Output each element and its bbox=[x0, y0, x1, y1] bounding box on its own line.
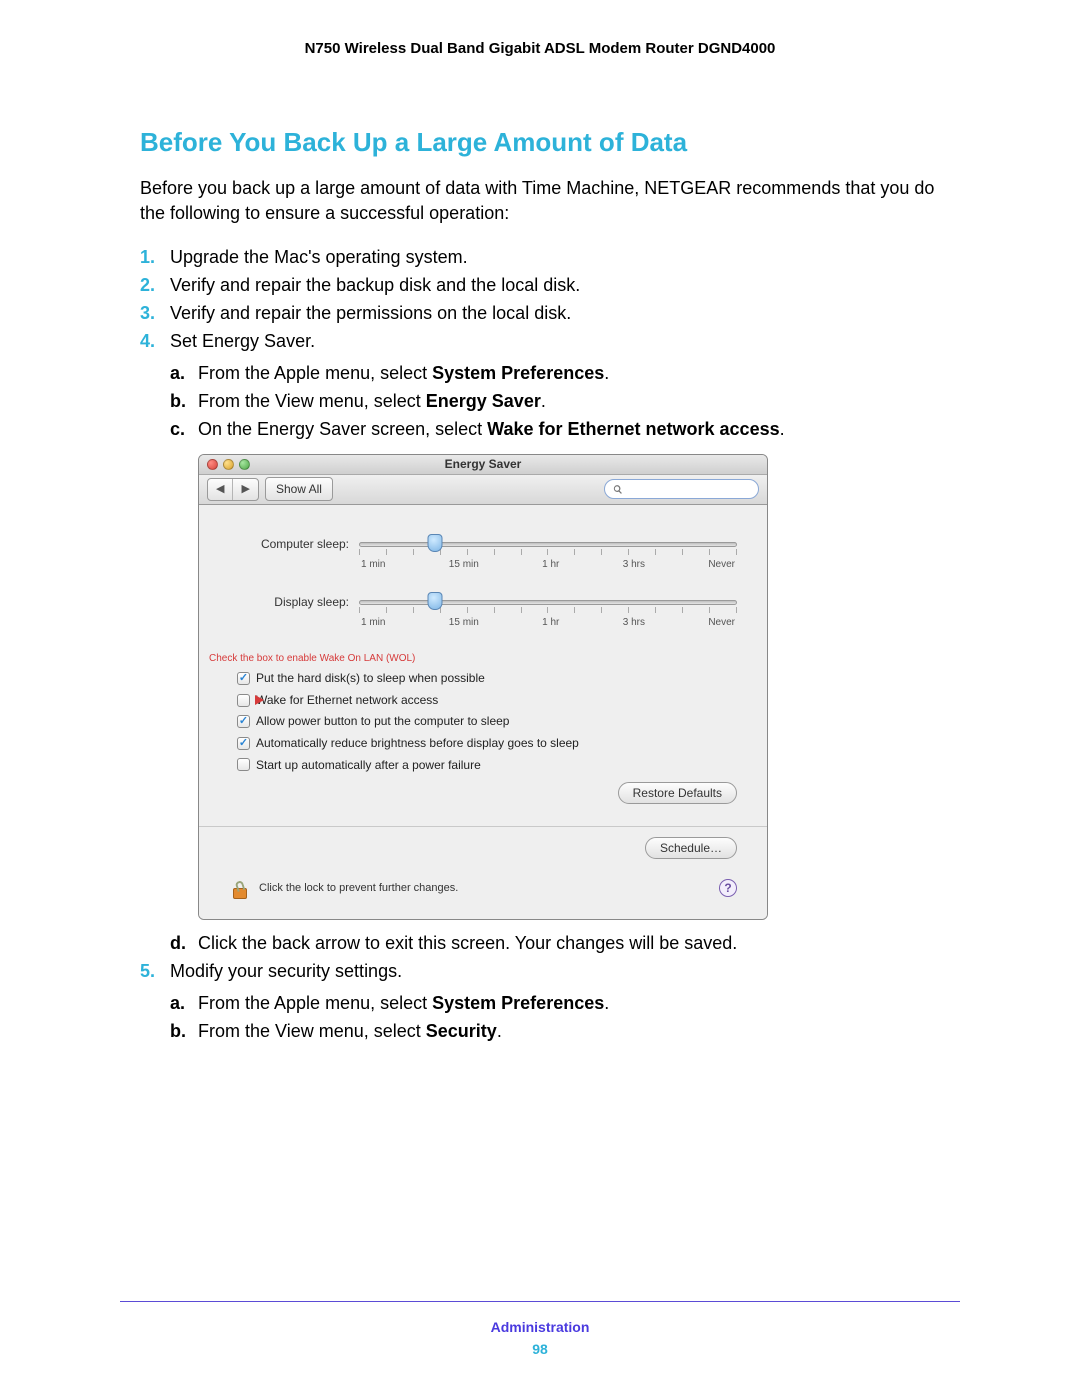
step-4a-bold: System Preferences bbox=[432, 363, 604, 383]
step-4b: b.From the View menu, select Energy Save… bbox=[170, 388, 940, 416]
check-power-button[interactable]: ✓ Allow power button to put the computer … bbox=[237, 712, 737, 731]
step-5: 5.Modify your security settings. a.From … bbox=[140, 958, 940, 1046]
tick-never: Never bbox=[708, 615, 735, 631]
step-5a-bold: System Preferences bbox=[432, 993, 604, 1013]
step-3-text: Verify and repair the permissions on the… bbox=[170, 303, 571, 323]
doc-header: N750 Wireless Dual Band Gigabit ADSL Mod… bbox=[140, 40, 940, 57]
check-wake-ethernet[interactable]: Wake for Ethernet network access bbox=[237, 691, 737, 710]
step-4-text: Set Energy Saver. bbox=[170, 331, 315, 351]
check-startup[interactable]: Start up automatically after a power fai… bbox=[237, 756, 737, 775]
step-4: 4.Set Energy Saver. a.From the Apple men… bbox=[140, 328, 940, 958]
step-3: 3.Verify and repair the permissions on t… bbox=[140, 300, 940, 328]
check-brightness[interactable]: ✓ Automatically reduce brightness before … bbox=[237, 734, 737, 753]
tick-15min: 15 min bbox=[449, 615, 479, 631]
checkbox-icon[interactable]: ✓ bbox=[237, 737, 250, 750]
step-5b-post: . bbox=[497, 1021, 502, 1041]
checkbox-icon[interactable] bbox=[237, 694, 250, 707]
checkbox-icon[interactable]: ✓ bbox=[237, 715, 250, 728]
check-power-button-label: Allow power button to put the computer t… bbox=[256, 712, 509, 731]
step-4a: a.From the Apple menu, select System Pre… bbox=[170, 360, 940, 388]
step-4c-bold: Wake for Ethernet network access bbox=[487, 419, 779, 439]
titlebar: Energy Saver bbox=[199, 455, 767, 475]
step-4d: d.Click the back arrow to exit this scre… bbox=[170, 930, 940, 958]
step-5a: a.From the Apple menu, select System Pre… bbox=[170, 990, 940, 1018]
energy-saver-window: Energy Saver ◀ ▶ Show All bbox=[198, 454, 768, 921]
check-brightness-label: Automatically reduce brightness before d… bbox=[256, 734, 579, 753]
page-footer: Administration 98 bbox=[0, 1319, 1080, 1357]
display-sleep-slider[interactable] bbox=[359, 593, 737, 611]
toolbar: ◀ ▶ Show All bbox=[199, 475, 767, 505]
step-5b-bold: Security bbox=[426, 1021, 497, 1041]
step-5b: b.From the View menu, select Security. bbox=[170, 1018, 940, 1046]
search-icon bbox=[613, 484, 623, 495]
step-4b-bold: Energy Saver bbox=[426, 391, 541, 411]
nav-buttons[interactable]: ◀ ▶ bbox=[207, 478, 259, 501]
step-4a-post: . bbox=[604, 363, 609, 383]
tick-15min: 15 min bbox=[449, 557, 479, 573]
slider-thumb-icon[interactable] bbox=[427, 534, 442, 552]
computer-sleep-slider[interactable] bbox=[359, 535, 737, 553]
computer-sleep-label: Computer sleep: bbox=[229, 535, 349, 554]
step-4d-text: Click the back arrow to exit this screen… bbox=[198, 933, 737, 953]
forward-icon[interactable]: ▶ bbox=[233, 479, 257, 500]
arrow-icon bbox=[255, 695, 264, 705]
footer-rule bbox=[120, 1301, 960, 1302]
show-all-button[interactable]: Show All bbox=[265, 477, 333, 502]
step-4c: c.On the Energy Saver screen, select Wak… bbox=[170, 416, 940, 444]
step-4c-pre: On the Energy Saver screen, select bbox=[198, 419, 487, 439]
footer-section: Administration bbox=[0, 1319, 1080, 1335]
step-4b-post: . bbox=[541, 391, 546, 411]
footer-page-number: 98 bbox=[0, 1341, 1080, 1357]
tick-3hrs: 3 hrs bbox=[623, 557, 645, 573]
check-wake-ethernet-label: Wake for Ethernet network access bbox=[256, 691, 438, 710]
restore-defaults-button[interactable]: Restore Defaults bbox=[618, 782, 737, 804]
checkbox-icon[interactable]: ✓ bbox=[237, 672, 250, 685]
tick-1min: 1 min bbox=[361, 557, 385, 573]
check-hdd-sleep[interactable]: ✓ Put the hard disk(s) to sleep when poss… bbox=[237, 669, 737, 688]
step-1-text: Upgrade the Mac's operating system. bbox=[170, 247, 468, 267]
step-5a-post: . bbox=[604, 993, 609, 1013]
tick-1hr: 1 hr bbox=[542, 557, 559, 573]
intro-paragraph: Before you back up a large amount of dat… bbox=[140, 176, 940, 226]
help-icon[interactable]: ? bbox=[719, 879, 737, 897]
step-5a-pre: From the Apple menu, select bbox=[198, 993, 432, 1013]
check-startup-label: Start up automatically after a power fai… bbox=[256, 756, 481, 775]
section-title: Before You Back Up a Large Amount of Dat… bbox=[140, 127, 940, 158]
tick-3hrs: 3 hrs bbox=[623, 615, 645, 631]
step-5b-pre: From the View menu, select bbox=[198, 1021, 426, 1041]
tick-1min: 1 min bbox=[361, 615, 385, 631]
step-4a-pre: From the Apple menu, select bbox=[198, 363, 432, 383]
step-5-text: Modify your security settings. bbox=[170, 961, 402, 981]
lock-text: Click the lock to prevent further change… bbox=[259, 880, 458, 897]
step-4b-pre: From the View menu, select bbox=[198, 391, 426, 411]
wol-annotation: Check the box to enable Wake On LAN (WOL… bbox=[209, 651, 737, 667]
display-sleep-label: Display sleep: bbox=[229, 593, 349, 612]
step-2: 2.Verify and repair the backup disk and … bbox=[140, 272, 940, 300]
schedule-button[interactable]: Schedule… bbox=[645, 837, 737, 859]
search-input[interactable] bbox=[627, 483, 750, 495]
check-hdd-sleep-label: Put the hard disk(s) to sleep when possi… bbox=[256, 669, 485, 688]
step-4c-post: . bbox=[780, 419, 785, 439]
lock-icon[interactable] bbox=[229, 877, 251, 899]
back-icon[interactable]: ◀ bbox=[208, 479, 233, 500]
slider-thumb-icon[interactable] bbox=[427, 592, 442, 610]
window-title: Energy Saver bbox=[199, 455, 767, 474]
step-2-text: Verify and repair the backup disk and th… bbox=[170, 275, 580, 295]
step-1: 1.Upgrade the Mac's operating system. bbox=[140, 244, 940, 272]
tick-never: Never bbox=[708, 557, 735, 573]
search-field[interactable] bbox=[604, 479, 759, 499]
checkbox-icon[interactable] bbox=[237, 758, 250, 771]
tick-1hr: 1 hr bbox=[542, 615, 559, 631]
